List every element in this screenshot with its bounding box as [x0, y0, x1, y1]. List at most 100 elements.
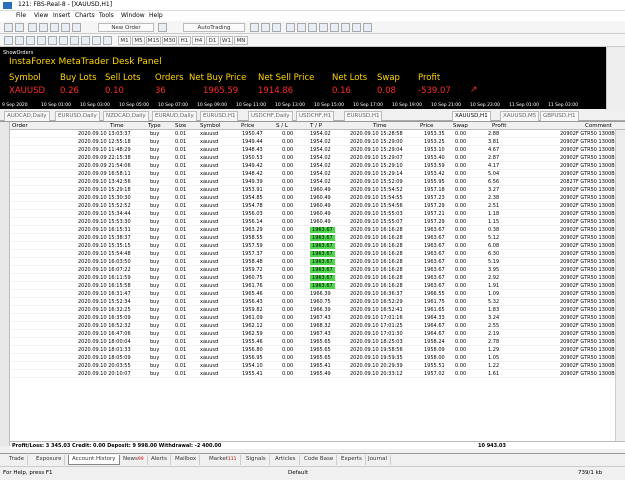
new-chart-icon[interactable]: [4, 23, 13, 32]
table-row[interactable]: 2020.09.10 15:38:37 buy 0.01 xauusd 1958.55 0…: [10, 234, 625, 242]
tile-windows-icon[interactable]: [308, 23, 317, 32]
trendline-icon[interactable]: [48, 36, 57, 45]
candlestick-icon[interactable]: [261, 23, 270, 32]
fibonacci-icon[interactable]: [70, 36, 79, 45]
text-icon[interactable]: [81, 36, 90, 45]
horizontal-line-icon[interactable]: [37, 36, 46, 45]
table-row[interactable]: 2020.09.10 20:10:07 buy 0.01 xauusd 1955.41 0…: [10, 370, 621, 378]
col-profit[interactable]: Profit: [492, 123, 506, 129]
timeframe-h4[interactable]: H4: [192, 36, 205, 45]
bar-chart-icon[interactable]: [250, 23, 259, 32]
menu-insert[interactable]: Insert: [53, 12, 70, 19]
templates-icon[interactable]: [363, 23, 372, 32]
table-row[interactable]: 2020.09.10 13:42:56 buy 0.01 xauusd 1949.39 0…: [10, 178, 621, 186]
timeframe-m15[interactable]: M15: [146, 36, 161, 45]
table-row[interactable]: 2020.09.10 18:05:09 buy 0.01 xauusd 1956.95 0…: [10, 354, 621, 362]
arrows-icon[interactable]: [103, 36, 112, 45]
timeframe-m1[interactable]: M1: [118, 36, 131, 45]
toolbox-side-handle[interactable]: [0, 122, 10, 446]
label-icon[interactable]: [92, 36, 101, 45]
chart-tab[interactable]: XAUUSD,H1: [452, 111, 491, 121]
periods-icon[interactable]: [352, 23, 361, 32]
timeframe-mn[interactable]: MN: [234, 36, 248, 45]
metaeditor-icon[interactable]: [158, 23, 167, 32]
table-row[interactable]: 2020.09.09 22:15:38 buy 0.01 xauusd 1950.53 0…: [10, 154, 621, 162]
terminal-tab[interactable]: Experts: [338, 455, 366, 465]
data-window-icon[interactable]: [39, 23, 48, 32]
timeframe-w1[interactable]: W1: [220, 36, 233, 45]
terminal-tab[interactable]: Trade: [6, 455, 29, 465]
table-row[interactable]: 2020.09.10 16:32:25 buy 0.01 xauusd 1959.82 0…: [10, 306, 621, 314]
terminal-tab[interactable]: Code Base: [301, 455, 338, 465]
menu-help[interactable]: Help: [149, 12, 163, 19]
channel-icon[interactable]: [59, 36, 68, 45]
menu-tools[interactable]: Tools: [99, 12, 114, 19]
table-row[interactable]: 2020.09.10 16:07:22 buy 0.01 xauusd 1959.72 0…: [10, 266, 625, 274]
terminal-tab[interactable]: Signals: [243, 455, 270, 465]
table-row[interactable]: 2020.09.10 15:35:15 buy 0.01 xauusd 1957.59 0…: [10, 242, 625, 250]
table-row[interactable]: 2020.09.10 16:47:06 buy 0.01 xauusd 1962.59 0…: [10, 330, 621, 338]
terminal-tab[interactable]: Market111: [206, 455, 241, 465]
table-row[interactable]: 2020.09.10 18:00:04 buy 0.01 xauusd 1955.46 0…: [10, 338, 621, 346]
chart-tab[interactable]: AUDCAD,Daily: [4, 111, 50, 121]
line-chart-icon[interactable]: [272, 23, 281, 32]
col-time[interactable]: Time: [110, 123, 123, 129]
table-row[interactable]: 2020.09.10 16:15:31 buy 0.01 xauusd 1963.29 0…: [10, 226, 625, 234]
table-row[interactable]: 2020.09.10 15:34:44 buy 0.01 xauusd 1956.03 0…: [10, 210, 621, 218]
terminal-tab[interactable]: Exposure: [33, 455, 66, 465]
chart-tab[interactable]: USDCHF,Daily: [248, 111, 293, 121]
chart-tab[interactable]: EURUSD,H1: [200, 111, 239, 121]
terminal-tab[interactable]: Account History: [68, 455, 120, 465]
terminal-tab[interactable]: Articles: [272, 455, 300, 465]
table-row[interactable]: 2020.09.10 15:53:30 buy 0.01 xauusd 1956.14 0…: [10, 218, 621, 226]
chart-price-scale[interactable]: [606, 47, 625, 110]
profiles-icon[interactable]: [15, 23, 24, 32]
navigator-icon[interactable]: [50, 23, 59, 32]
chart-tab[interactable]: EURUSD,Daily: [55, 111, 100, 121]
chart-tab[interactable]: XAUUSD,M5: [500, 111, 540, 121]
table-row[interactable]: 2020.09.09 21:54:06 buy 0.01 xauusd 1949.42 0…: [10, 162, 621, 170]
col-close-price[interactable]: Price: [420, 123, 433, 129]
chart-tab[interactable]: GBPUSD,H1: [540, 111, 579, 121]
table-row[interactable]: 2020.09.10 15:54:48 buy 0.01 xauusd 1957.37 0…: [10, 250, 625, 258]
col-symbol[interactable]: Symbol: [200, 123, 221, 129]
table-row[interactable]: 2020.09.10 13:03:37 buy 0.01 xauusd 1950.47 0…: [10, 130, 621, 138]
cursor-icon[interactable]: [4, 36, 13, 45]
table-row[interactable]: 2020.09.10 11:48:29 buy 0.01 xauusd 1948.43 0…: [10, 146, 621, 154]
terminal-icon[interactable]: [61, 23, 70, 32]
autoscroll-icon[interactable]: [319, 23, 328, 32]
chart-shift-icon[interactable]: [330, 23, 339, 32]
menu-view[interactable]: View: [34, 12, 48, 19]
col-tp[interactable]: T / P: [310, 123, 322, 129]
col-close-time[interactable]: Time: [373, 123, 386, 129]
table-row[interactable]: 2020.09.10 15:52:52 buy 0.01 xauusd 1954.78 0…: [10, 202, 621, 210]
table-row[interactable]: 2020.09.10 16:52:32 buy 0.01 xauusd 1962.12 0…: [10, 322, 621, 330]
table-row[interactable]: 2020.09.10 15:29:18 buy 0.01 xauusd 1953.91 0…: [10, 186, 621, 194]
menu-file[interactable]: File: [16, 12, 26, 19]
chart-tab[interactable]: NZDCAD,Daily: [103, 111, 149, 121]
table-row[interactable]: 2020.09.10 16:15:58 buy 0.01 xauusd 1961.76 0…: [10, 282, 625, 290]
col-comment[interactable]: Comment: [585, 123, 612, 129]
terminal-tab[interactable]: News99: [120, 455, 148, 465]
table-row[interactable]: 2020.09.10 18:01:33 buy 0.01 xauusd 1956.80 0…: [10, 346, 621, 354]
tester-icon[interactable]: [72, 23, 81, 32]
timeframe-d1[interactable]: D1: [206, 36, 219, 45]
zoom-out-icon[interactable]: [297, 23, 306, 32]
timeframe-m5[interactable]: M5: [132, 36, 145, 45]
col-type[interactable]: Type: [148, 123, 161, 129]
col-swap[interactable]: Swap: [453, 123, 468, 129]
vertical-line-icon[interactable]: [26, 36, 35, 45]
terminal-tab[interactable]: Alerts: [148, 455, 171, 465]
table-row[interactable]: 2020.09.10 15:52:34 buy 0.01 xauusd 1956.43 0…: [10, 298, 621, 306]
col-size[interactable]: Size: [175, 123, 186, 129]
table-row[interactable]: 2020.09.10 15:30:30 buy 0.01 xauusd 1954.85 0…: [10, 194, 621, 202]
history-scrollbar[interactable]: [615, 130, 625, 446]
timeframe-m30[interactable]: M30: [162, 36, 177, 45]
table-row[interactable]: 2020.09.10 20:03:55 buy 0.01 xauusd 1954.10 0…: [10, 362, 621, 370]
table-row[interactable]: 2020.09.10 12:55:18 buy 0.01 xauusd 1949.44 0…: [10, 138, 621, 146]
col-sl[interactable]: S / L: [276, 123, 288, 129]
table-row[interactable]: 2020.09.10 16:11:59 buy 0.01 xauusd 1960.75 0…: [10, 274, 625, 282]
terminal-tab[interactable]: Journal: [365, 455, 392, 465]
table-row[interactable]: 2020.09.09 16:58:11 buy 0.01 xauusd 1948.42 0…: [10, 170, 621, 178]
col-price[interactable]: Price: [241, 123, 254, 129]
